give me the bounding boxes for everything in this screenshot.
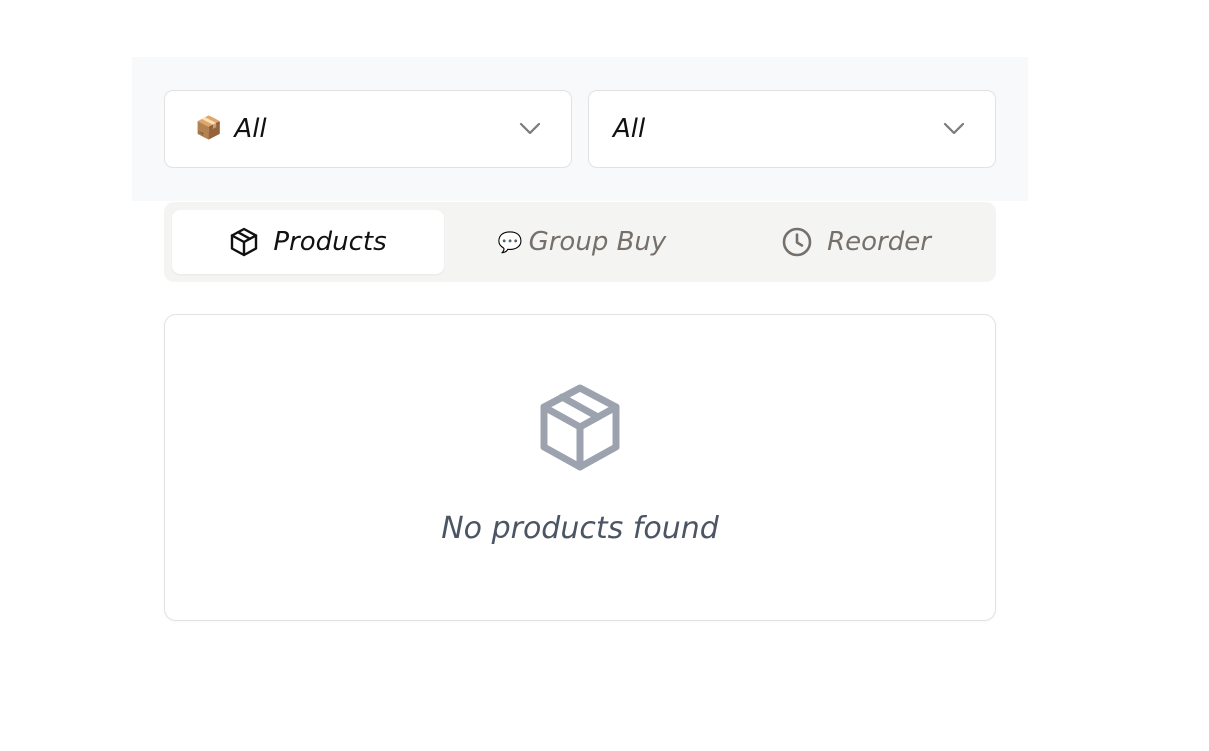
speech-bubble-emoji-icon: 💬: [497, 230, 523, 254]
tab-products-label: Products: [273, 227, 387, 257]
tab-reorder[interactable]: Reorder: [720, 210, 992, 274]
clock-icon: [781, 226, 813, 258]
category-select[interactable]: 📦 All: [164, 90, 572, 168]
chevron-down-icon: [519, 122, 541, 135]
tab-reorder-label: Reorder: [827, 227, 931, 257]
category-select-value: All: [234, 114, 267, 144]
package-emoji-icon: 📦: [195, 116, 223, 141]
tab-products[interactable]: Products: [172, 210, 444, 274]
tab-group-buy[interactable]: 💬 Group Buy: [446, 210, 718, 274]
products-empty-state: No products found: [164, 314, 996, 621]
chevron-down-icon: [943, 122, 965, 135]
secondary-select-value: All: [613, 114, 646, 144]
empty-state-message: No products found: [441, 511, 719, 546]
tab-group-buy-label: Group Buy: [528, 227, 667, 257]
secondary-select[interactable]: All: [588, 90, 996, 168]
package-icon: [229, 226, 259, 258]
tab-bar: Products 💬 Group Buy Reorder: [164, 202, 996, 282]
package-icon: [540, 384, 620, 471]
